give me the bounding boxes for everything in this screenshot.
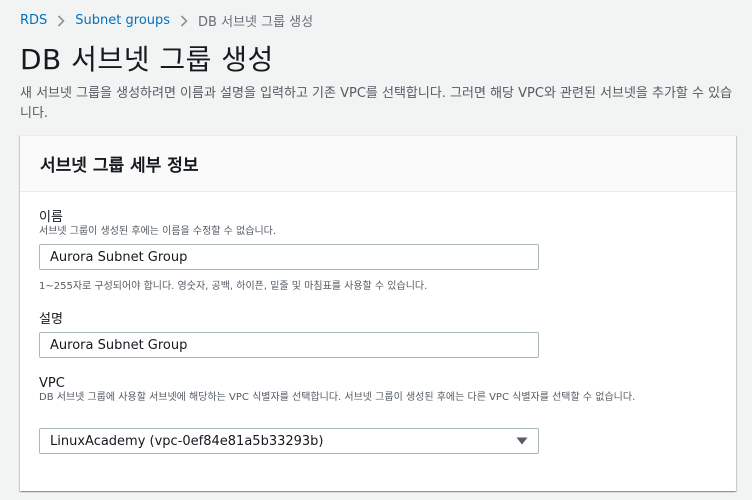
breadcrumb-subnet-groups-link[interactable]: Subnet groups	[75, 13, 170, 28]
name-constraint: 1~255자로 구성되어야 합니다. 영숫자, 공백, 하이픈, 밑줄 및 마침…	[39, 281, 428, 292]
vpc-select[interactable]: LinuxAcademy (vpc-0ef84e81a5b33293b)	[39, 428, 539, 454]
panel-title: 서브넷 그룹 세부 정보	[40, 156, 199, 176]
breadcrumb-current: DB 서브넷 그룹 생성	[198, 15, 314, 30]
subnet-group-details-panel: 서브넷 그룹 세부 정보 이름 서브넷 그룹이 생성된 후에는 이름을 수정할 …	[20, 135, 736, 491]
name-input[interactable]	[39, 244, 539, 270]
vpc-description: DB 서브넷 그룹에 사용할 서브넷에 해당하는 VPC 식별자를 선택합니다.…	[39, 392, 636, 403]
vpc-selected-value: LinuxAcademy (vpc-0ef84e81a5b33293b)	[50, 433, 324, 449]
breadcrumb-rds-link[interactable]: RDS	[20, 13, 47, 28]
chevron-right-icon	[180, 14, 188, 27]
name-field-group: 이름 서브넷 그룹이 생성된 후에는 이름을 수정할 수 없습니다.	[39, 206, 276, 239]
name-description: 서브넷 그룹이 생성된 후에는 이름을 수정할 수 없습니다.	[39, 226, 277, 237]
breadcrumb: RDS Subnet groups DB 서브넷 그룹 생성	[20, 11, 313, 30]
description-field-group: 설명	[39, 308, 63, 327]
vpc-label: VPC	[39, 376, 65, 391]
description-label: 설명	[39, 312, 63, 327]
name-label: 이름	[39, 210, 63, 225]
page-description: 새 서브넷 그룹을 생성하려면 이름과 설명을 입력하고 기존 VPC를 선택합…	[20, 86, 733, 121]
vpc-field-group: VPC DB 서브넷 그룹에 사용할 서브넷에 해당하는 VPC 식별자를 선택…	[39, 376, 719, 405]
page-title: DB 서브넷 그룹 생성	[20, 43, 274, 76]
chevron-right-icon	[57, 14, 65, 27]
caret-down-icon	[516, 437, 528, 445]
panel-header: 서브넷 그룹 세부 정보	[20, 136, 736, 192]
description-input[interactable]	[39, 332, 539, 358]
